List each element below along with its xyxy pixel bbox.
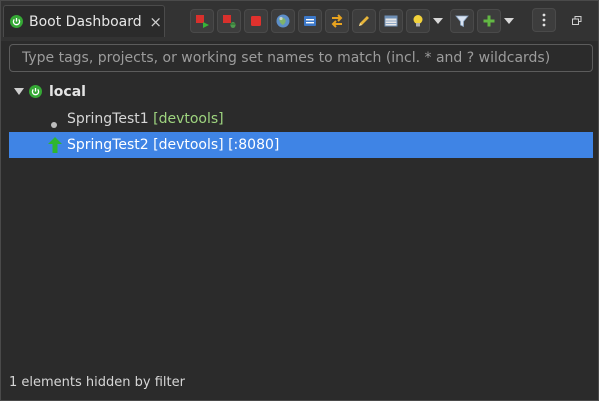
local-power-icon [29, 85, 42, 102]
item-name: SpringTest2 [67, 137, 149, 153]
item-label: SpringTest2 [devtools] [:8080] [67, 137, 279, 153]
lightbulb-icon [413, 15, 423, 27]
globe-icon [276, 14, 290, 28]
item-name: SpringTest1 [67, 111, 149, 127]
item-tags: [devtools] [153, 137, 224, 153]
table-icon [384, 15, 398, 27]
view-menu-button[interactable] [532, 8, 556, 32]
start-icon [196, 15, 209, 28]
stopped-dot-icon [51, 116, 57, 132]
edit-button[interactable] [352, 9, 376, 33]
add-target-button[interactable] [477, 9, 501, 33]
open-browser-button[interactable] [271, 9, 295, 33]
tree-group-local[interactable]: local [9, 79, 593, 105]
power-icon [10, 15, 23, 28]
debug-icon [223, 15, 236, 28]
funnel-icon [455, 15, 469, 28]
chevron-down-icon [504, 18, 514, 24]
add-target-dropdown[interactable] [501, 9, 517, 33]
expand-arrow-icon[interactable] [14, 88, 24, 96]
status-text: 1 elements hidden by filter [9, 375, 185, 390]
debug-button[interactable] [217, 9, 241, 33]
pencil-icon [359, 16, 369, 26]
toolbar [190, 8, 521, 34]
properties-button[interactable] [379, 9, 403, 33]
refresh-button[interactable] [325, 9, 349, 33]
tree-item-springtest1[interactable]: SpringTest1 [devtools] [9, 106, 593, 132]
filter-button[interactable] [450, 9, 474, 33]
restore-window-icon [572, 15, 582, 25]
group-label: local [49, 84, 86, 100]
plus-icon [483, 15, 495, 27]
running-up-arrow-icon [48, 137, 62, 157]
refresh-arrows-icon [331, 14, 343, 28]
tree-item-springtest2[interactable]: SpringTest2 [devtools] [:8080] [9, 132, 593, 158]
item-port: [:8080] [228, 137, 280, 153]
start-button[interactable] [190, 9, 214, 33]
boot-dashboard-view: Boot Dashboard × Type tags, projects, or… [0, 0, 599, 401]
stop-icon [251, 16, 261, 26]
restore-button[interactable] [567, 11, 587, 29]
close-icon[interactable]: × [149, 13, 163, 31]
view-header: Boot Dashboard × [1, 1, 598, 41]
stop-button[interactable] [244, 9, 268, 33]
vertical-dots-icon [542, 13, 546, 27]
open-console-button[interactable] [298, 9, 322, 33]
view-tab[interactable]: Boot Dashboard × [3, 5, 165, 37]
chevron-down-icon [433, 18, 443, 24]
live-hover-dropdown[interactable] [430, 9, 446, 33]
view-title: Boot Dashboard [29, 13, 142, 30]
live-hover-button[interactable] [406, 9, 430, 33]
item-label: SpringTest1 [devtools] [67, 111, 224, 127]
filter-input[interactable] [9, 44, 593, 72]
item-tags: [devtools] [153, 111, 224, 127]
console-icon [304, 16, 316, 26]
